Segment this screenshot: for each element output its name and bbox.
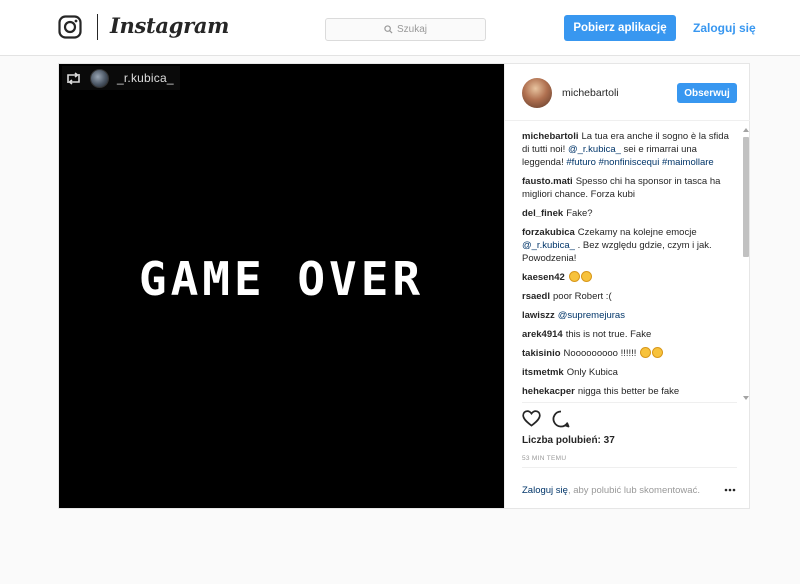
logo-divider [97,14,98,40]
post-sidebar: michebartoli Obserwuj michebartoli La tua… [504,64,750,508]
footer-divider [522,467,737,468]
comment-item: hehekacper nigga this better be fake [522,385,737,398]
comment-item: rsaedl poor Robert :( [522,290,737,303]
login-link[interactable]: Zaloguj się [693,21,756,35]
repost-badge[interactable]: _r.kubica_ [62,66,180,90]
comment-mention-link[interactable]: @supremejuras [558,310,625,321]
comment-item: fausto.mati Spesso chi ha sponsor in tasc… [522,175,737,201]
comment-text: Czekamy na kolejne emocje [577,227,697,238]
comment-item: del_finek Fake? [522,207,737,220]
game-over-text: GAME OVER [138,252,425,306]
emoji-icon [652,347,664,358]
comment-username[interactable]: takisinio [522,348,561,359]
search-icon [384,25,393,34]
comment-username[interactable]: fausto.mati [522,176,573,187]
comment-text: nigga this better be fake [577,386,680,397]
repost-icon [67,71,80,85]
comment-text: poor Robert :( [553,291,612,302]
search-input[interactable]: Szukaj [325,18,486,41]
comment-username[interactable]: kaesen42 [522,272,565,283]
comment-item: lawiszz @supremejuras [522,309,737,322]
follow-button[interactable]: Obserwuj [677,83,737,103]
repost-avatar [90,68,109,88]
footer-login-text: , aby polubić lub skomentować. [567,485,700,496]
comment-username[interactable]: forzakubica [522,227,575,238]
comment-username[interactable]: hehekacper [522,386,575,397]
comment-username[interactable]: itsmetmk [522,367,564,378]
comment-mention-link[interactable]: @_r.kubica_ [522,240,575,251]
comment-username[interactable]: lawiszz [522,310,555,321]
comment-mention-link[interactable]: @_r.kubica_ [568,144,621,155]
emoji-icon [580,271,592,282]
post-timestamp: 53 MIN TEMU [522,455,567,462]
comment-username[interactable]: arek4914 [522,329,563,340]
author-username[interactable]: michebartoli [562,87,619,99]
comment-hashtags[interactable]: #futuro #nonfiniscequi #maimollare [566,157,713,168]
emoji-icon [640,347,652,358]
comment-item: takisinio Nooooooooo !!!!!! [522,347,737,360]
comments-scrollbar[interactable] [742,127,750,405]
comment-item: forzakubica Czekamy na kolejne emocje @_r… [522,226,737,265]
comment-text: this is not true. Fake [565,329,652,340]
comment-icon[interactable] [552,410,570,428]
comment-username[interactable]: del_finek [522,208,563,219]
emoji-icon [568,271,580,282]
likes-count[interactable]: Liczba polubień: 37 [522,435,615,446]
top-navigation-bar: Instagram Szukaj Pobierz aplikację Zalog… [0,0,800,56]
login-prompt: Zaloguj się, aby polubić lub skomentować… [522,485,700,496]
comments-list[interactable]: michebartoli La tua era anche il sogno è … [522,130,737,402]
comment-text: Only Kubica [566,367,618,378]
get-app-button[interactable]: Pobierz aplikację [564,15,676,41]
comment-item: kaesen42 [522,271,737,284]
comment-item: michebartoli La tua era anche il sogno è … [522,130,737,169]
footer-login-link[interactable]: Zaloguj się [522,485,568,496]
search-placeholder: Szukaj [396,24,427,35]
author-avatar[interactable] [522,78,552,108]
comment-username[interactable]: rsaedl [522,291,550,302]
post-author-header: michebartoli Obserwuj [505,64,750,121]
more-icon[interactable] [724,485,736,495]
post-media[interactable]: _r.kubica_ GAME OVER [59,64,504,508]
scroll-down-arrow-icon[interactable] [743,395,749,401]
comment-username[interactable]: michebartoli [522,131,579,142]
instagram-camera-icon[interactable] [58,15,82,39]
post-card: _r.kubica_ GAME OVER michebartoli Obserw… [58,63,750,509]
scrollbar-thumb[interactable] [743,137,749,257]
actions-divider [522,402,737,403]
heart-icon[interactable] [522,410,541,427]
comment-item: itsmetmk Only Kubica [522,366,737,379]
repost-username[interactable]: _r.kubica_ [117,71,174,85]
scroll-up-arrow-icon[interactable] [743,127,749,133]
comment-text: Fake? [566,208,593,219]
comment-text: Nooooooooo !!!!!! [563,348,640,359]
comment-item: arek4914 this is not true. Fake [522,328,737,341]
instagram-wordmark[interactable]: Instagram [110,13,229,38]
